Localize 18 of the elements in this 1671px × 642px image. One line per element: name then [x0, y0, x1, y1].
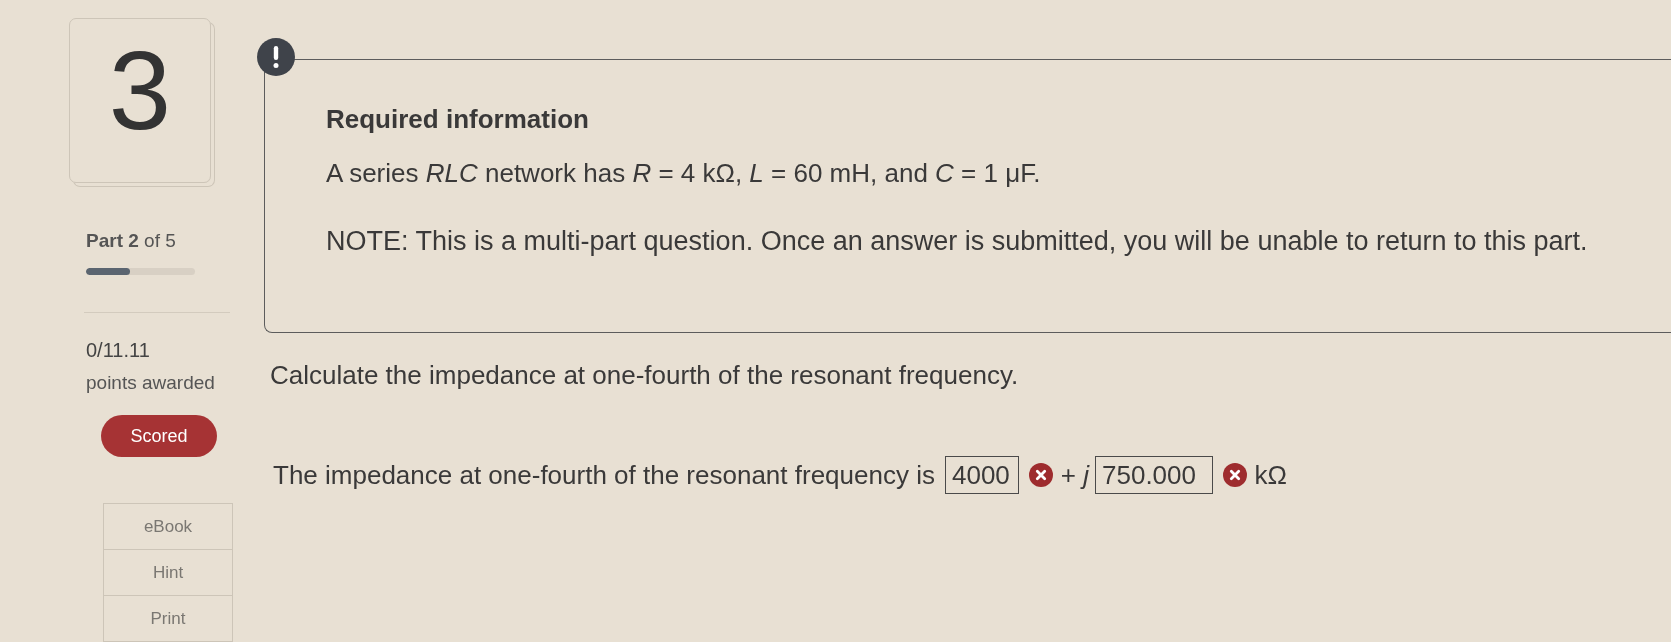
answer-symbol: + j — [1060, 460, 1089, 490]
answer-field[interactable]: 750.000 — [1095, 456, 1213, 494]
question-number: 3 — [108, 34, 172, 147]
question-prompt: Calculate the impedance at one-fourth of the resonant frequency. — [270, 360, 1020, 390]
resource-button[interactable]: Hint — [103, 549, 233, 596]
info-heading: Required information — [326, 104, 590, 134]
part-counter: Part 2 of 5 — [86, 230, 177, 253]
problem-statement: A series RLC network has R = 4 kΩ, L = 60 mH, and C = 1 μF. — [326, 158, 1042, 188]
resource-button[interactable]: eBook — [103, 503, 233, 550]
points-score: 0/11.11 — [86, 338, 151, 362]
status-badge: Scored — [101, 415, 217, 457]
answer-sentence: The impedance at one-fourth of the resonant frequency is — [273, 460, 935, 490]
answer-symbol: kΩ — [1254, 460, 1287, 490]
resource-button[interactable]: Print — [103, 595, 233, 642]
note-text: NOTE: This is a multi-part question. Once an answer is submitted, you will be unable to return to this part. — [326, 226, 1589, 256]
answer-field[interactable]: 4000 — [944, 456, 1019, 494]
points-label: points awarded — [86, 372, 216, 394]
exclamation-icon — [257, 38, 295, 76]
